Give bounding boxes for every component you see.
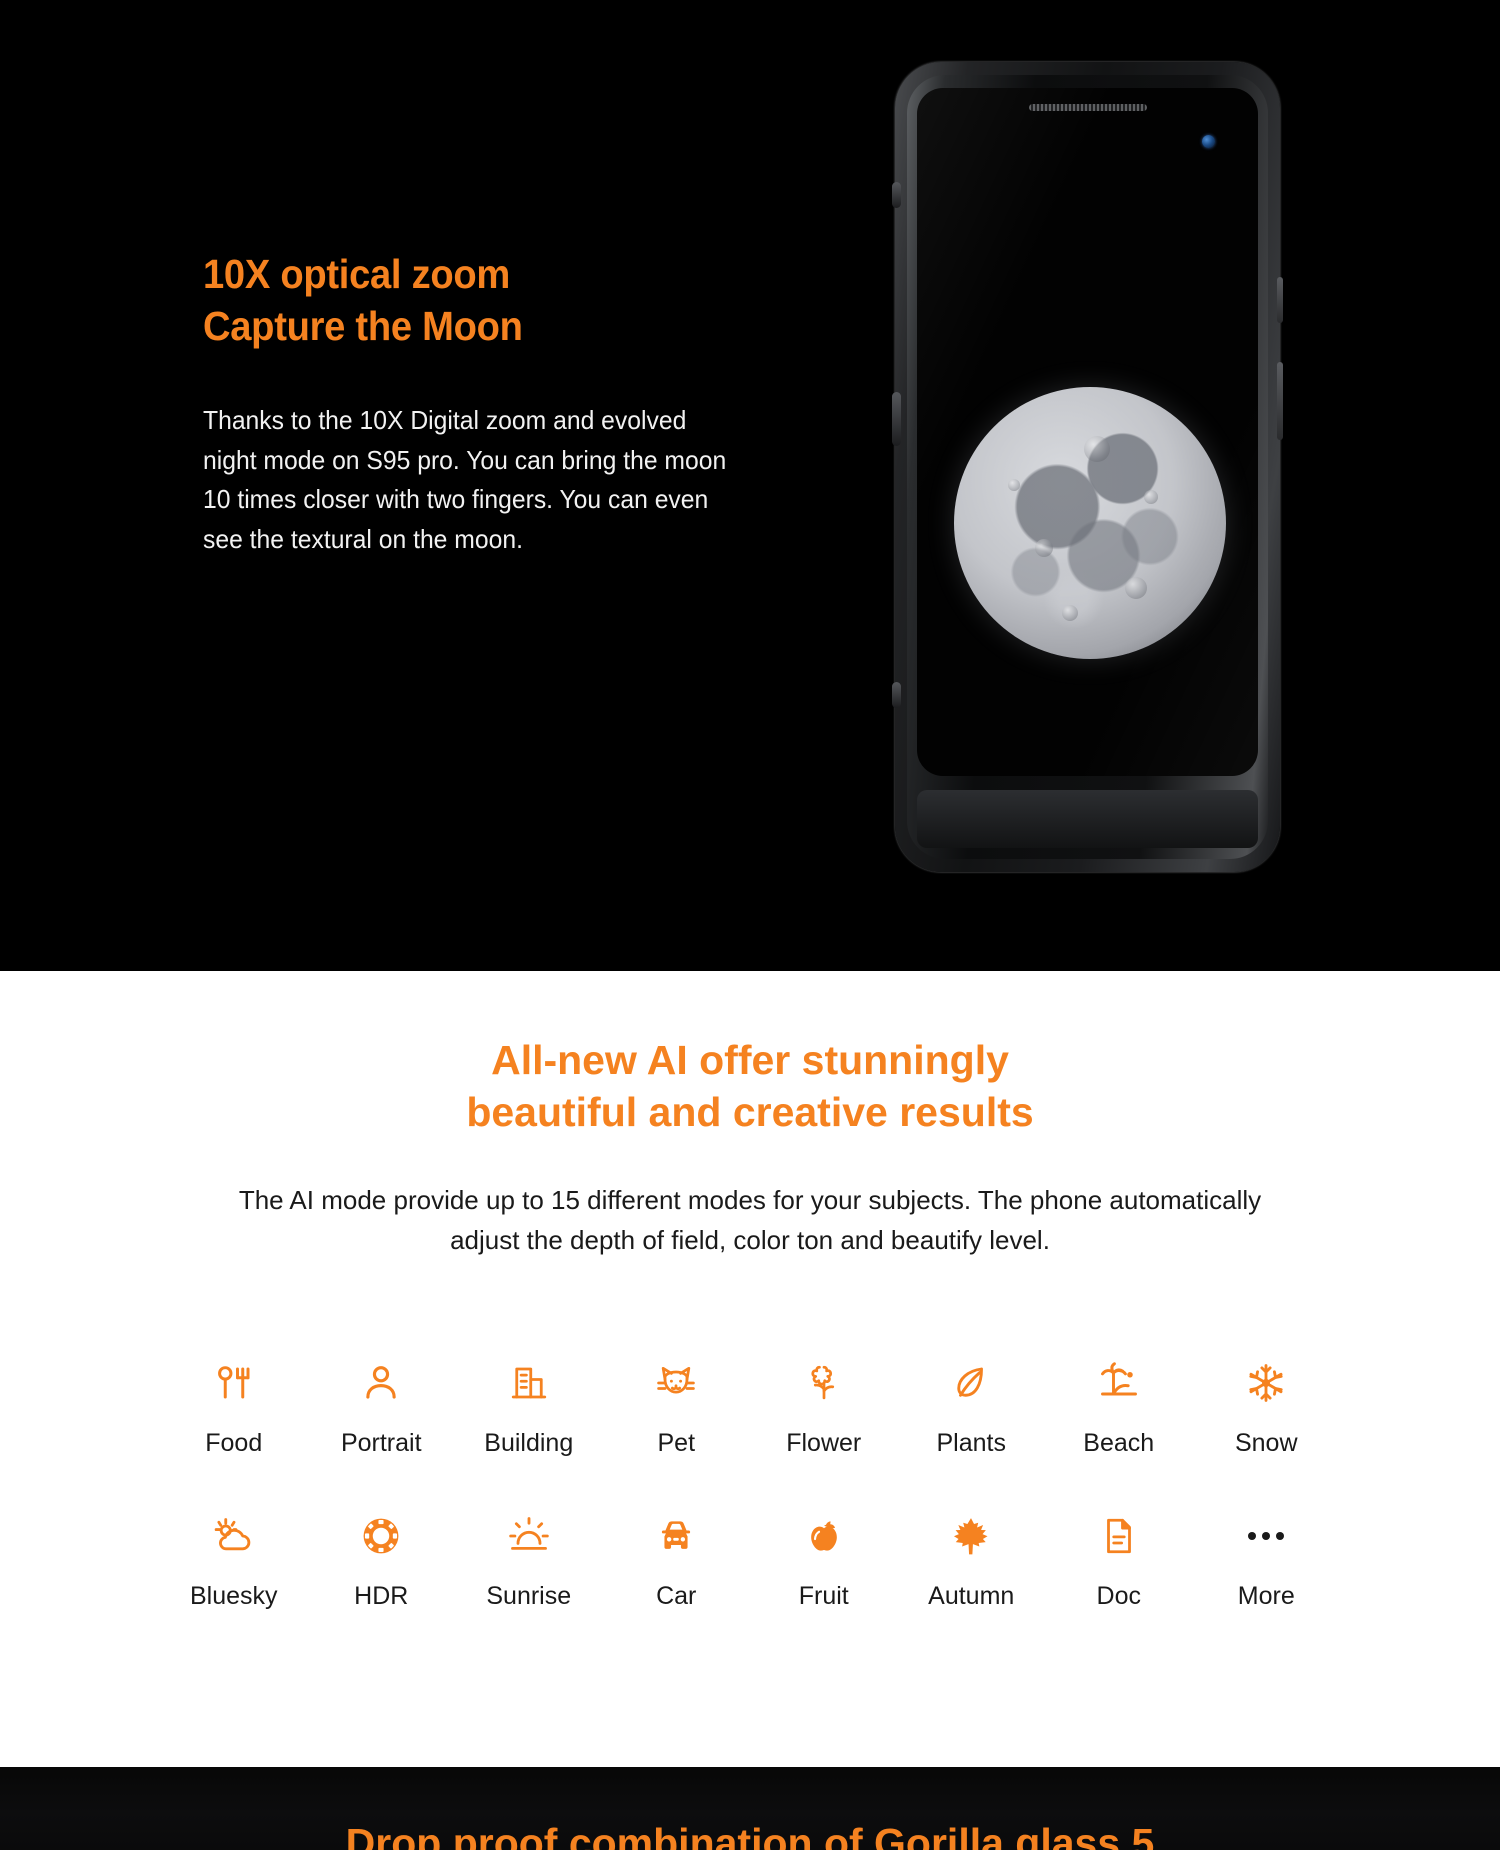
drop-proof-section: Drop proof combination of Gorilla glass …: [0, 1767, 1500, 1850]
ai-modes-section: All-new AI offer stunningly beautiful an…: [0, 971, 1500, 1767]
screen-reflection: [917, 88, 1258, 776]
pet-icon: [648, 1355, 704, 1411]
ai-section-subtitle: The AI mode provide up to 15 different m…: [238, 1185, 1262, 1255]
ai-mode-label: Beach: [1083, 1428, 1155, 1457]
snowflake-icon: [1238, 1355, 1294, 1411]
ai-mode-pet[interactable]: Pet: [603, 1355, 751, 1458]
ai-section-title: All-new AI offer stunningly beautiful an…: [0, 1034, 1500, 1138]
ai-mode-food[interactable]: Food: [160, 1355, 308, 1458]
ai-mode-autumn[interactable]: Autumn: [898, 1508, 1046, 1611]
ai-mode-portrait[interactable]: Portrait: [308, 1355, 456, 1458]
ai-mode-label: Portrait: [340, 1428, 422, 1457]
phone-power-button: [1277, 277, 1283, 323]
sun-cloud-icon: [206, 1508, 262, 1564]
flower-icon: [796, 1355, 852, 1411]
moon-zoom-section: 10X optical zoom Capture the Moon Thanks…: [0, 0, 1500, 971]
phone-grip-left-top: [892, 182, 901, 208]
phone-volume-button: [1277, 362, 1283, 440]
ai-mode-label: Fruit: [798, 1581, 849, 1610]
ai-mode-label: Food: [205, 1428, 263, 1457]
car-icon: [648, 1508, 704, 1564]
ai-mode-bluesky[interactable]: Bluesky: [160, 1508, 308, 1611]
drop-proof-title: Drop proof combination of Gorilla glass …: [345, 1820, 1155, 1850]
ai-mode-label: More: [1237, 1581, 1295, 1610]
ai-mode-sunrise[interactable]: Sunrise: [455, 1508, 603, 1611]
ai-mode-label: HDR: [354, 1581, 409, 1610]
moon-title-line-1: 10X optical zoom: [203, 251, 511, 297]
ellipsis-dots: [1248, 1531, 1285, 1540]
moon-copy-block: 10X optical zoom Capture the Moon Thanks…: [203, 248, 733, 559]
ai-mode-car[interactable]: Car: [603, 1508, 751, 1611]
ai-mode-label: Sunrise: [486, 1581, 572, 1610]
ai-mode-label: Bluesky: [189, 1581, 278, 1610]
hdr-icon: [353, 1508, 409, 1564]
maple-leaf-icon: [943, 1508, 999, 1564]
moon-title-line-2: Capture the Moon: [203, 303, 523, 350]
leaf-icon: [943, 1355, 999, 1411]
ai-title-line-2: beautiful and creative results: [466, 1089, 1034, 1136]
ai-mode-label: Doc: [1096, 1581, 1141, 1610]
ellipsis-icon: [1238, 1508, 1294, 1564]
ai-mode-label: Autumn: [928, 1581, 1015, 1610]
phone-bottom-bezel: [917, 790, 1258, 848]
ai-mode-label: Building: [484, 1428, 574, 1457]
ai-mode-more[interactable]: More: [1193, 1508, 1341, 1611]
apple-icon: [796, 1508, 852, 1564]
phone-device-image: [892, 62, 1283, 872]
ai-mode-plants[interactable]: Plants: [898, 1355, 1046, 1458]
ai-mode-snow[interactable]: Snow: [1193, 1355, 1341, 1458]
sunrise-icon: [501, 1508, 557, 1564]
ai-mode-fruit[interactable]: Fruit: [750, 1508, 898, 1611]
phone-screen: [917, 88, 1258, 776]
ai-mode-building[interactable]: Building: [455, 1355, 603, 1458]
ai-mode-label: Pet: [657, 1428, 696, 1457]
ai-mode-label: Flower: [786, 1428, 862, 1457]
beach-icon: [1091, 1355, 1147, 1411]
phone-grip-left-mid: [892, 392, 901, 446]
document-icon: [1091, 1508, 1147, 1564]
food-icon: [206, 1355, 262, 1411]
moon-section-paragraph: Thanks to the 10X Digital zoom and evolv…: [203, 405, 727, 554]
ai-mode-flower[interactable]: Flower: [750, 1355, 898, 1458]
building-icon: [501, 1355, 557, 1411]
ai-mode-hdr[interactable]: HDR: [308, 1508, 456, 1611]
ai-mode-label: Car: [656, 1581, 697, 1610]
ai-title-line-1: All-new AI offer stunningly: [491, 1037, 1009, 1083]
ai-mode-label: Plants: [936, 1428, 1006, 1457]
ai-mode-doc[interactable]: Doc: [1045, 1508, 1193, 1611]
moon-section-title: 10X optical zoom Capture the Moon: [203, 248, 696, 352]
portrait-icon: [353, 1355, 409, 1411]
phone-grip-left-bot: [892, 682, 901, 708]
product-page: 10X optical zoom Capture the Moon Thanks…: [0, 0, 1500, 1850]
ai-modes-grid: Food Portrait Building Pet Flower Plants…: [160, 1355, 1340, 1611]
ai-mode-label: Snow: [1234, 1428, 1298, 1457]
ai-mode-beach[interactable]: Beach: [1045, 1355, 1193, 1458]
